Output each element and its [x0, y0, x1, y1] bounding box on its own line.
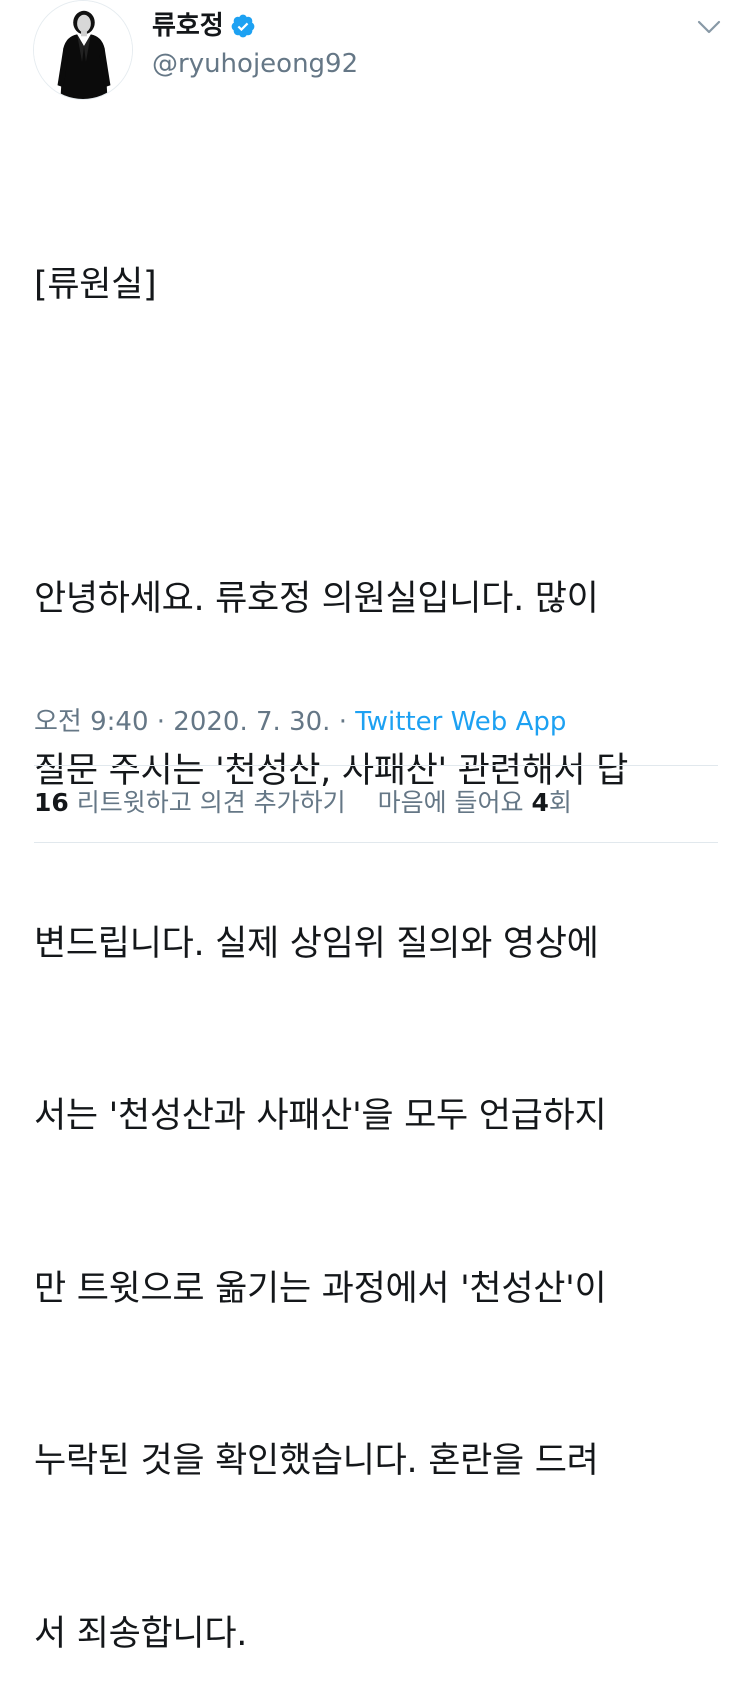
meta-separator: · [338, 707, 347, 737]
divider [34, 842, 718, 843]
tweet-text-line: 안녕하세요. 류호정 의원실입니다. 많이 [34, 578, 599, 619]
tweet-text-line: 누락된 것을 확인했습니다. 혼란을 드려 [34, 1441, 599, 1481]
likes-count[interactable]: 4 [531, 788, 548, 817]
avatar-image [34, 1, 132, 99]
tweet-date[interactable]: 2020. 7. 30. [173, 707, 330, 737]
tweet-text-line: 만 트윗으로 옮기는 과정에서 '천성산'이 [34, 1268, 607, 1309]
author-handle[interactable]: @ryuhojeong92 [152, 47, 358, 81]
tweet-source-link[interactable]: Twitter Web App [355, 707, 566, 737]
retweet-label[interactable]: 리트윗하고 의견 추가하기 [77, 788, 346, 817]
display-name[interactable]: 류호정 [152, 8, 224, 44]
tweet-time[interactable]: 오전 9:40 [34, 707, 149, 737]
retweet-count[interactable]: 16 [34, 788, 69, 817]
likes-label[interactable]: 마음에 들어요 [378, 788, 524, 817]
chevron-down-icon[interactable] [694, 12, 724, 42]
author-name-row: 류호정 [152, 8, 256, 44]
tweet-header: 류호정 @ryuhojeong92 [0, 0, 750, 110]
tweet-text-header: [류원실] [34, 265, 157, 305]
likes-suffix: 회 [548, 788, 572, 817]
tweet-text-line: 변드립니다. 실제 상임위 질의와 영상에 [34, 923, 599, 964]
divider [34, 765, 718, 766]
tweet-meta: 오전 9:40 · 2020. 7. 30. · Twitter Web App [34, 702, 566, 742]
meta-separator: · [156, 707, 166, 737]
tweet-text-line: 서 죄송합니다. [34, 1613, 248, 1654]
avatar[interactable] [33, 0, 133, 100]
tweet-text-line: 서는 '천성산과 사패산'을 모두 언급하지 [34, 1096, 607, 1136]
verified-badge-icon [230, 13, 256, 39]
tweet-stats: 16 리트윗하고 의견 추가하기 마음에 들어요 4회 [34, 783, 572, 823]
tweet-text: [류원실] 안녕하세요. 류호정 의원실입니다. 많이 질문 주시는 '천성산,… [34, 142, 724, 1702]
